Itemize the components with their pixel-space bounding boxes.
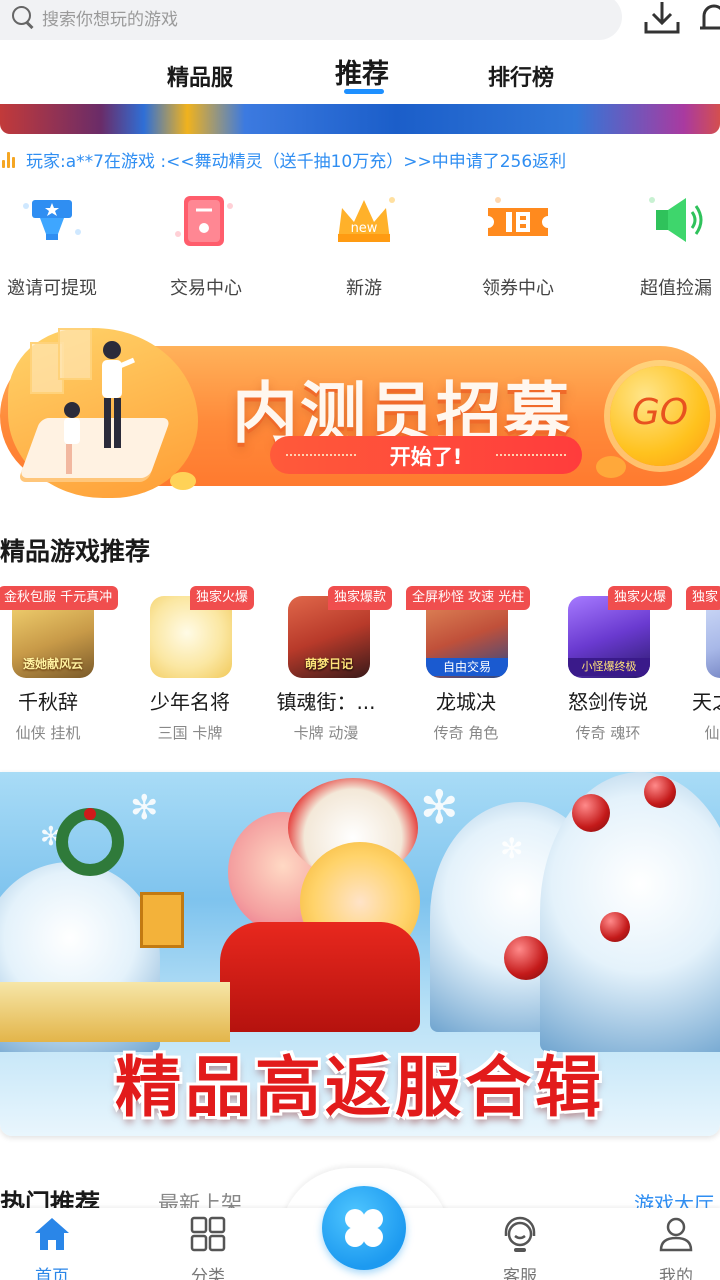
quick-menu-invite[interactable]: 邀请可提现 (0, 186, 112, 300)
banner-headline: 精品高返服合辑 (115, 1049, 605, 1126)
top-carousel-banner[interactable] (0, 104, 720, 134)
user-icon (659, 1217, 693, 1252)
download-icon[interactable] (642, 0, 682, 36)
bell-icon[interactable] (698, 0, 720, 36)
search-input[interactable]: 搜索你想玩的游戏 (0, 0, 622, 40)
quick-menu-new-games[interactable]: new 新游 (304, 186, 424, 300)
game-tags: 传奇 角色 (433, 724, 499, 742)
tab-indicator (344, 89, 384, 94)
nav-home[interactable]: 首页 (2, 1208, 102, 1280)
game-tags: 仙侠 挂机 (15, 724, 81, 742)
recruit-banner[interactable]: 内测员招募 开始了! GO (0, 322, 720, 500)
recruit-subtitle-pill: 开始了! (270, 436, 582, 474)
clover-icon (345, 1209, 383, 1247)
game-badge: 金秋包服 千元真冲 (0, 586, 119, 610)
announcement-marquee[interactable]: 玩家:a**7在游戏 :<<舞动精灵（送千抽10万充）>>中申请了256返利 (2, 146, 566, 172)
trade-icon (175, 196, 233, 246)
tab-ranking[interactable]: 排行榜 (488, 60, 554, 92)
game-name: 镇魂街：... (276, 690, 376, 714)
marquee-text: 玩家:a**7在游戏 :<<舞动精灵（送千抽10万充）>>中申请了256返利 (26, 151, 567, 172)
new-crown-icon: new (338, 197, 395, 242)
wreath-icon (56, 808, 124, 876)
search-icon (10, 4, 36, 30)
quick-menu-bargains[interactable]: 超值捡漏 (616, 186, 720, 300)
headset-icon (504, 1216, 536, 1252)
tab-recommend[interactable]: 推荐 (335, 52, 389, 91)
section-title-recommend: 精品游戏推荐 (0, 537, 151, 566)
nav-category[interactable]: 分类 (158, 1208, 258, 1280)
game-name: 天之 (692, 690, 720, 714)
game-badge: 独家 (686, 586, 720, 610)
tab-premium-servers[interactable]: 精品服 (167, 60, 233, 92)
coupon-icon (488, 197, 548, 236)
top-tabs: 精品服 推荐 排行榜 (0, 50, 720, 102)
nav-customer-service[interactable]: 客服 (470, 1208, 570, 1280)
game-badge: 独家爆款 (328, 586, 393, 610)
search-placeholder: 搜索你想玩的游戏 (42, 9, 178, 30)
quick-menu-trade[interactable]: 交易中心 (146, 186, 266, 300)
recruit-subtitle: 开始了! (389, 445, 463, 469)
high-rebate-servers-banner[interactable]: ✻ ✻ ✻ ✻ 精品高返服合辑 (0, 772, 720, 1136)
game-name: 千秋辞 (18, 690, 78, 714)
game-name: 龙城决 (436, 690, 496, 714)
trophy-icon (23, 200, 81, 240)
games-row: 透她献风云 金秋包服 千元真冲 千秋辞 仙侠 挂机 独家火爆 少年名将 三国 卡… (0, 582, 720, 752)
svg-text:new: new (351, 221, 378, 236)
game-tags: 三国 卡牌 (157, 724, 223, 742)
grid-icon (190, 1216, 226, 1252)
center-game-button[interactable] (322, 1186, 406, 1270)
game-tags: 仙 (704, 724, 720, 742)
game-badge: 独家火爆 (608, 586, 673, 610)
quick-menu-coupons[interactable]: 领券中心 (458, 186, 578, 300)
home-icon (35, 1218, 69, 1250)
game-tags: 卡牌 动漫 (293, 724, 359, 742)
megaphone-icon (649, 197, 703, 242)
game-badge: 独家火爆 (190, 586, 255, 610)
quick-menu: 邀请可提现 交易中心 new 新游 领券中心 超值捡漏 (0, 186, 720, 299)
nav-profile[interactable]: 我的 (626, 1208, 720, 1280)
sitting-person-illustration (64, 402, 80, 474)
game-badge: 全屏秒怪 攻速 光柱 (406, 586, 531, 610)
game-name: 少年名将 (150, 690, 230, 714)
go-button[interactable]: GO (610, 366, 710, 466)
announcement-icon (2, 150, 18, 168)
